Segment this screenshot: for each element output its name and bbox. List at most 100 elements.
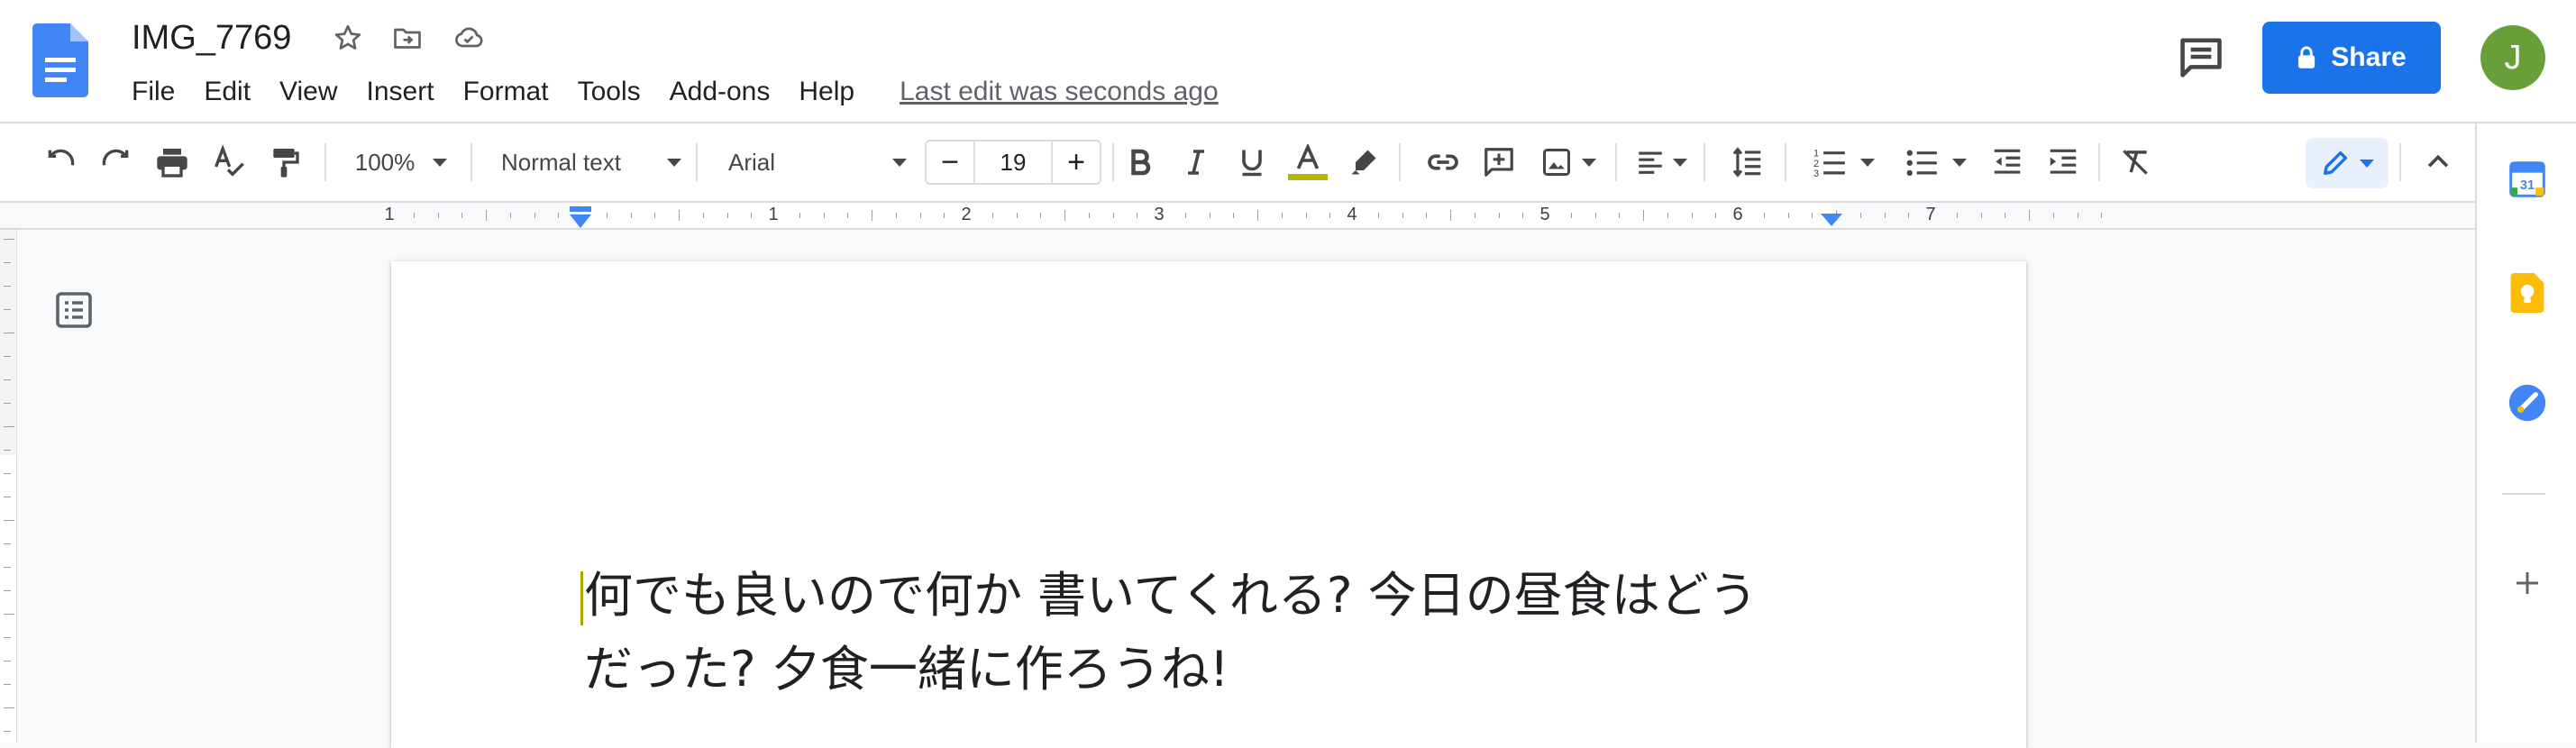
docs-logo-icon[interactable] [32,23,88,97]
redo-icon[interactable] [94,138,139,187]
ruler-tick [437,213,439,218]
clear-formatting-icon[interactable] [2113,138,2158,187]
calendar-icon[interactable]: 31 [2502,154,2553,205]
collapse-icon[interactable] [2416,138,2461,187]
vertical-ruler-tick [4,520,14,521]
document-title[interactable]: IMG_7769 [132,18,291,58]
right-indent-marker[interactable] [1821,214,1842,233]
comment-icon[interactable] [2176,34,2226,79]
italic-icon[interactable] [1174,138,1219,187]
menu-bar: File Edit View Insert Format Tools Add-o… [117,72,1219,112]
svg-text:3: 3 [1813,169,1819,179]
decrease-indent-icon[interactable] [1985,138,2030,187]
chevron-down-icon [1860,158,1875,167]
ruler-tick [1040,213,1042,218]
chevron-down-icon [892,158,907,167]
ruler-tick [1908,213,1910,218]
print-icon[interactable] [150,138,195,187]
highlight-icon[interactable] [1341,138,1386,187]
add-comment-icon[interactable] [1476,138,1521,187]
link-icon[interactable] [1420,138,1466,187]
ruler-label: 4 [1347,205,1357,224]
last-edit-link[interactable]: Last edit was seconds ago [900,72,1219,112]
toolbar-divider [324,143,326,181]
font-size-increase-button[interactable]: + [1053,141,1100,183]
toolbar-divider [1785,143,1786,181]
ruler-tick [1643,210,1644,221]
ruler-tick [630,213,632,218]
zoom-select[interactable]: 100% [343,138,460,187]
tasks-icon[interactable] [2502,378,2553,428]
insert-image-icon [1540,146,1573,178]
ruler-label: 1 [384,205,395,224]
numbered-list-button[interactable]: 123 [1804,138,1884,187]
ruler-tick [1450,210,1451,221]
account-avatar[interactable]: J [2480,25,2545,90]
document-page[interactable]: 何でも良いので何か 書いてくれる? 今日の昼食はどう だった? 夕食一緒に作ろう… [391,261,2026,748]
share-button[interactable]: Share [2262,22,2441,94]
chevron-down-icon [2360,159,2374,168]
ruler-tick [823,213,825,218]
ruler-tick [919,213,921,218]
ruler-tick [534,213,535,218]
menu-insert[interactable]: Insert [352,72,449,112]
ruler-tick [2101,213,2103,218]
font-family-select[interactable]: Arial [716,138,907,187]
increase-indent-icon[interactable] [2041,138,2086,187]
text-color-icon[interactable] [1285,138,1330,187]
left-indent-marker[interactable] [568,206,593,234]
document-outline-icon[interactable] [52,288,96,332]
ruler-tick [486,210,487,221]
menu-tools[interactable]: Tools [563,72,655,112]
text-cursor [580,571,583,625]
paint-format-icon[interactable] [261,138,306,187]
vertical-ruler-tick [4,379,11,380]
ruler-tick [1812,213,1813,218]
menu-edit[interactable]: Edit [189,72,265,112]
ruler-tick [413,213,415,218]
ruler-tick [1426,213,1428,218]
ruler-tick [1402,213,1403,218]
side-panel-divider [2502,493,2545,495]
menu-format[interactable]: Format [449,72,563,112]
horizontal-ruler[interactable]: 1 1 2 3 4 5 6 7 [0,203,2475,230]
font-size-input[interactable]: 19 [975,141,1053,183]
add-icon[interactable] [2502,558,2553,608]
undo-icon[interactable] [38,138,83,187]
align-icon [1635,147,1666,178]
bold-icon[interactable] [1118,138,1163,187]
keep-icon[interactable] [2502,268,2553,318]
svg-text:31: 31 [2520,178,2535,193]
menu-file[interactable]: File [117,72,189,112]
move-to-folder-icon[interactable] [389,20,425,56]
align-button[interactable] [1631,138,1691,187]
star-icon[interactable] [330,20,366,56]
share-label: Share [2331,42,2407,72]
menu-help[interactable]: Help [784,72,869,112]
paragraph-style-select[interactable]: Normal text [490,138,681,187]
ruler-tick [1112,213,1114,218]
font-size-stepper: − 19 + [925,140,1101,185]
toolbar-divider [1112,143,1114,181]
vertical-ruler-tick [4,450,11,451]
document-body[interactable]: 何でも良いので何か 書いてくれる? 今日の昼食はどう だった? 夕食一緒に作ろう… [580,559,1864,707]
editing-mode-button[interactable] [2306,138,2389,188]
vertical-ruler-tick [4,590,11,591]
menu-add-ons[interactable]: Add-ons [655,72,785,112]
vertical-ruler[interactable] [0,230,17,743]
font-size-decrease-button[interactable]: − [927,141,975,183]
vertical-ruler-text-area [0,455,16,743]
zoom-value: 100% [354,148,416,176]
ruler-tick [1257,210,1258,221]
menu-view[interactable]: View [265,72,352,112]
chevron-down-icon [433,158,448,167]
underline-icon[interactable] [1229,138,1274,187]
bulleted-list-button[interactable] [1896,138,1976,187]
spellcheck-icon[interactable] [206,138,251,187]
cloud-saved-icon[interactable] [451,20,487,56]
insert-image-button[interactable] [1532,138,1604,187]
ruler-tick [558,213,560,218]
line-spacing-icon[interactable] [1725,138,1770,187]
ruler-tick [1763,213,1765,218]
vertical-ruler-tick [4,567,11,568]
